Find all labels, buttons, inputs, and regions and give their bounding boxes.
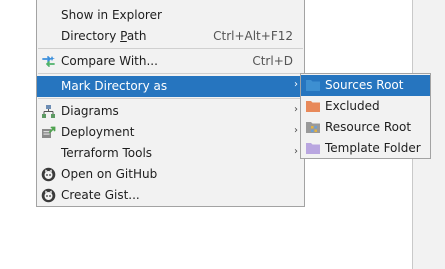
menu-item-compare-with[interactable]: Compare With... Ctrl+D	[37, 51, 304, 72]
submenu-item-label: Resource Root	[325, 120, 412, 134]
menu-item-show-in-explorer[interactable]: Show in Explorer	[37, 5, 304, 26]
menu-item-deployment[interactable]: Deployment ›	[37, 122, 304, 143]
chevron-right-icon: ›	[294, 146, 298, 157]
purple-folder-icon	[306, 142, 320, 155]
menu-item-label: Mark Directory as	[61, 79, 168, 93]
label-part: ath	[126, 29, 147, 43]
submenu-item-resource-root[interactable]: Resource Root	[301, 117, 430, 138]
mark-directory-submenu: Sources Root Excluded Resource Root Temp…	[300, 73, 431, 159]
chevron-right-icon: ›	[294, 104, 298, 115]
menu-item-mark-directory-as[interactable]: Mark Directory as ›	[37, 76, 304, 97]
chevron-right-icon: ›	[294, 79, 298, 90]
diagram-icon	[41, 104, 56, 119]
menu-item-label: Terraform Tools	[61, 146, 153, 160]
menu-item-label: Compare With...	[61, 54, 158, 68]
label-part: Directory	[61, 29, 121, 43]
menu-item-label: Directory Path	[61, 29, 147, 43]
submenu-item-excluded[interactable]: Excluded	[301, 96, 430, 117]
shortcut-text: Ctrl+Alt+F12	[213, 29, 293, 43]
submenu-item-label: Template Folder	[325, 141, 421, 155]
github-icon	[41, 167, 56, 182]
mnemonic-letter: P	[120, 29, 127, 43]
shortcut-text: Ctrl+D	[252, 54, 293, 68]
menu-separator	[38, 73, 303, 74]
chevron-right-icon: ›	[294, 125, 298, 136]
menu-item-label: Open on GitHub	[61, 167, 158, 181]
github-icon	[41, 188, 56, 203]
menu-item-directory-path[interactable]: Directory Path Ctrl+Alt+F12	[37, 26, 304, 47]
menu-separator	[38, 48, 303, 49]
menu-separator	[38, 98, 303, 99]
context-menu: Show in Explorer Directory Path Ctrl+Alt…	[36, 0, 305, 207]
menu-item-create-gist[interactable]: Create Gist...	[37, 185, 304, 206]
submenu-item-template-folder[interactable]: Template Folder	[301, 138, 430, 159]
menu-item-diagrams[interactable]: Diagrams ›	[37, 101, 304, 122]
compare-arrows-icon	[41, 54, 56, 69]
deployment-icon	[41, 125, 56, 140]
menu-item-terraform-tools[interactable]: Terraform Tools ›	[37, 143, 304, 164]
submenu-item-sources-root[interactable]: Sources Root	[301, 75, 430, 96]
menu-item-label: Deployment	[61, 125, 135, 139]
menu-item-label: Create Gist...	[61, 188, 140, 202]
submenu-item-label: Sources Root	[325, 78, 404, 92]
submenu-item-label: Excluded	[325, 99, 380, 113]
menu-item-label: Show in Explorer	[61, 8, 162, 22]
orange-folder-icon	[306, 100, 320, 113]
blue-folder-icon	[306, 79, 320, 92]
menu-item-open-on-github[interactable]: Open on GitHub	[37, 164, 304, 185]
menu-item-label: Diagrams	[61, 104, 119, 118]
resource-folder-icon	[306, 121, 320, 134]
